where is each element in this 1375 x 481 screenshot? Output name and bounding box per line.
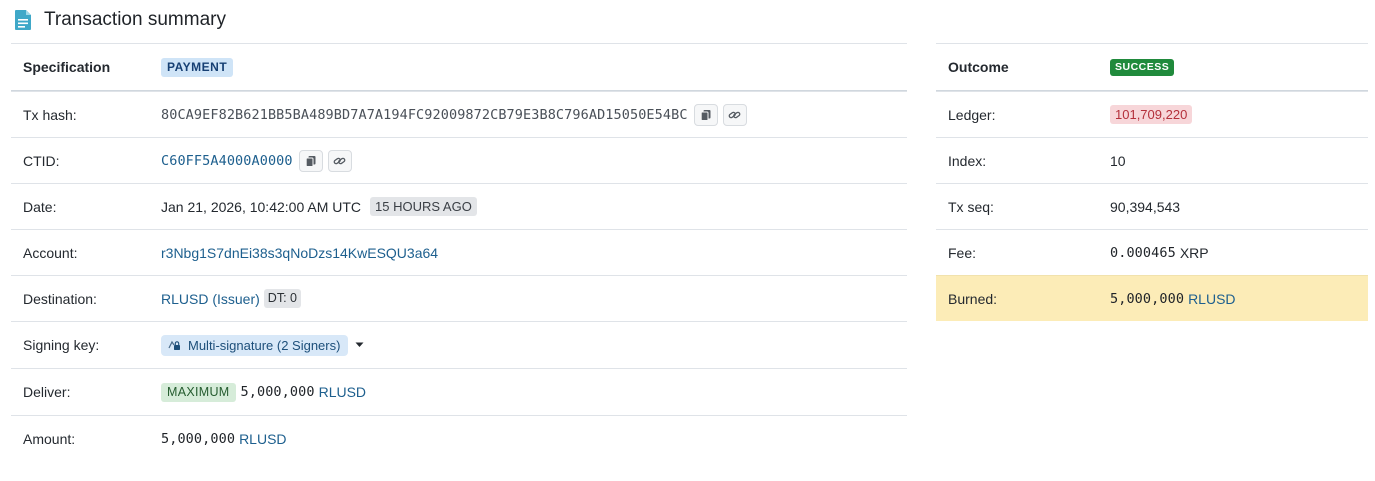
fee-row: Fee: 0.000465 XRP (936, 229, 1368, 275)
deliver-maximum-badge: MAXIMUM (161, 382, 236, 402)
index-row: Index: 10 (936, 137, 1368, 183)
specification-row: Specification PAYMENT (11, 43, 907, 91)
amount-label: Amount: (23, 430, 76, 447)
burned-currency-link[interactable]: RLUSD (1188, 291, 1235, 307)
tx-hash-value: 80CA9EF82B621BB5BA489BD7A7A194FC92009872… (161, 106, 688, 123)
ctid-link[interactable]: C60FF5A4000A0000 (161, 153, 293, 169)
copy-icon (305, 155, 316, 167)
transaction-outcome-table: Outcome SUCCESS Ledger: 101,709,220 Inde… (936, 43, 1368, 321)
page-title: Transaction summary (44, 9, 226, 30)
copy-tx-hash-button[interactable] (693, 103, 718, 126)
deliver-label: Deliver: (23, 384, 71, 400)
deliver-currency-link[interactable]: RLUSD (319, 384, 366, 400)
ctid-link-button[interactable] (327, 149, 352, 172)
transaction-type-badge: PAYMENT (161, 57, 234, 77)
link-icon (333, 157, 346, 164)
fee-currency: XRP (1179, 244, 1209, 261)
burned-row: Burned: 5,000,000 RLUSD (936, 275, 1368, 321)
account-label: Account: (23, 244, 78, 261)
burned-label: Burned: (948, 290, 998, 307)
date-value: Jan 21, 2026, 10:42:00 AM UTC (161, 198, 362, 215)
deliver-amount: 5,000,000 (240, 384, 315, 400)
burned-amount: 5,000,000 (1110, 290, 1185, 307)
outcome-row: Outcome SUCCESS (936, 43, 1368, 91)
ctid-row: CTID: C60FF5A4000A0000 (11, 137, 907, 183)
date-label: Date: (23, 198, 57, 215)
multi-signer-lock-icon (168, 340, 180, 350)
copy-ctid-button[interactable] (298, 149, 323, 172)
account-link[interactable]: r3Nbg1S7dnEi38s3qNoDzs14KwESQU3a64 (161, 245, 438, 261)
tx-seq-label: Tx seq: (948, 198, 994, 215)
tx-hash-row: Tx hash: 80CA9EF82B621BB5BA489BD7A7A194F… (11, 91, 907, 137)
amount-currency-link[interactable]: RLUSD (239, 431, 286, 447)
ledger-label: Ledger: (948, 106, 996, 123)
caret-down-icon[interactable] (355, 342, 364, 348)
destination-tag-badge: DT: 0 (263, 289, 301, 308)
signing-key-row: Signing key: Multi-signature (2 Signers) (11, 321, 907, 368)
amount-value: 5,000,000 (161, 430, 236, 447)
page-header: Transaction summary (14, 6, 226, 34)
index-label: Index: (948, 152, 987, 169)
tx-seq-value: 90,394,543 (1110, 198, 1181, 215)
ledger-row: Ledger: 101,709,220 (936, 91, 1368, 137)
link-icon (728, 111, 741, 118)
fee-label: Fee: (948, 244, 977, 261)
copy-icon (700, 109, 711, 121)
outcome-success-badge: SUCCESS (1110, 58, 1175, 76)
index-value: 10 (1110, 152, 1126, 169)
ledger-badge[interactable]: 101,709,220 (1110, 105, 1193, 124)
destination-label: Destination: (23, 290, 97, 307)
fee-value: 0.000465 (1110, 244, 1176, 261)
deliver-row: Deliver: MAXIMUM 5,000,000 RLUSD (11, 368, 907, 415)
specification-label: Specification (23, 59, 111, 75)
amount-row: Amount: 5,000,000 RLUSD (11, 415, 907, 462)
signing-key-value: Multi-signature (2 Signers) (188, 337, 341, 353)
ctid-label: CTID: (23, 152, 60, 169)
multi-signature-dropdown[interactable]: Multi-signature (2 Signers) (161, 334, 349, 356)
destination-row: Destination: RLUSD (Issuer) DT: 0 (11, 275, 907, 321)
tx-hash-link-button[interactable] (722, 103, 747, 126)
transaction-details-table: Specification PAYMENT Tx hash: 80CA9EF82… (11, 43, 907, 462)
date-row: Date: Jan 21, 2026, 10:42:00 AM UTC 15 H… (11, 183, 907, 229)
document-icon (15, 10, 31, 30)
signing-key-label: Signing key: (23, 337, 100, 353)
destination-link[interactable]: RLUSD (Issuer) (161, 291, 260, 307)
outcome-label: Outcome (948, 59, 1009, 75)
relative-time-badge: 15 HOURS AGO (370, 197, 477, 216)
account-row: Account: r3Nbg1S7dnEi38s3qNoDzs14KwESQU3… (11, 229, 907, 275)
tx-seq-row: Tx seq: 90,394,543 (936, 183, 1368, 229)
tx-hash-label: Tx hash: (23, 106, 77, 123)
